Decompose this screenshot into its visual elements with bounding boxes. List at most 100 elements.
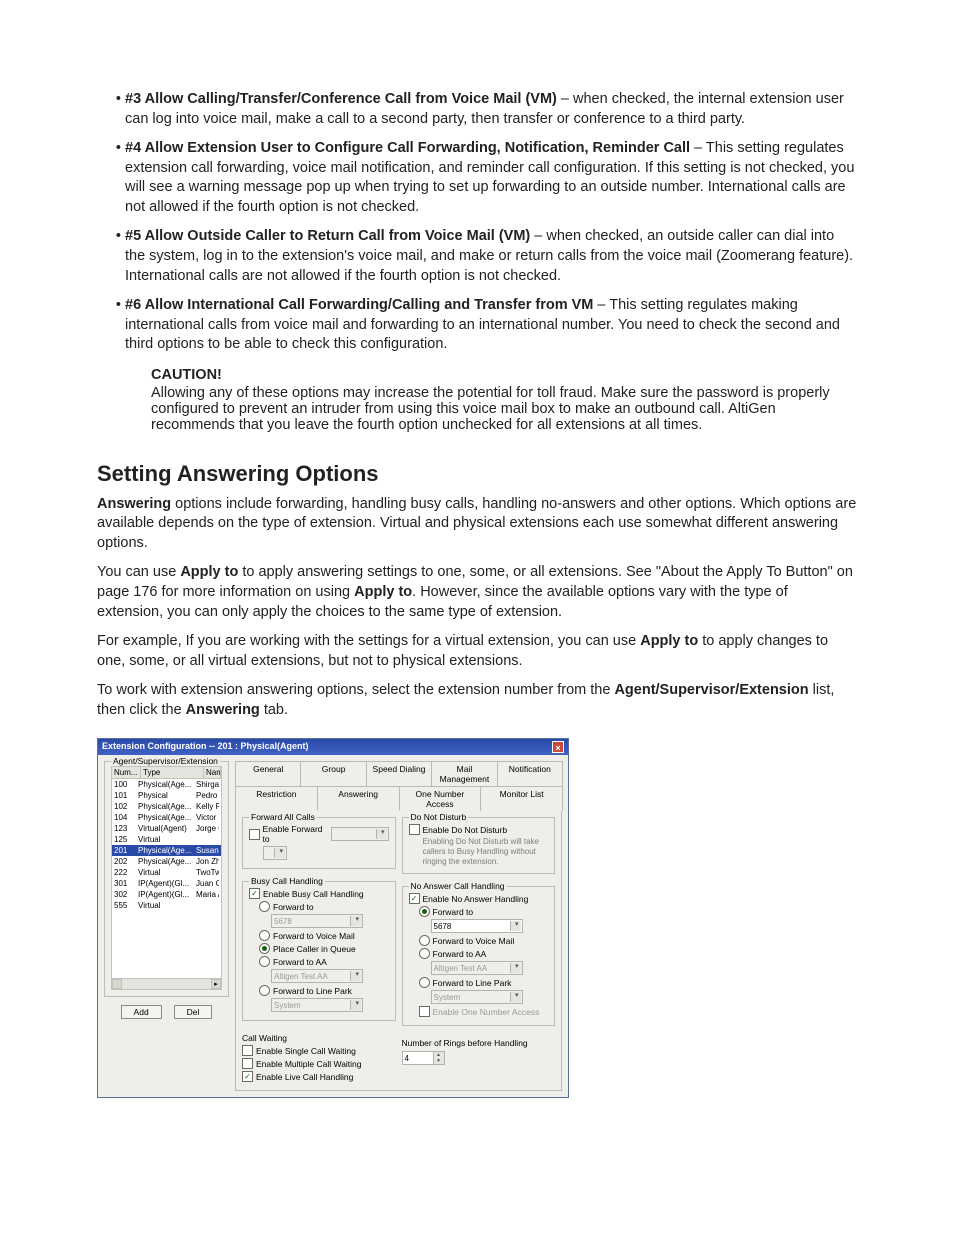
label-busy-line-park: Forward to Line Park: [273, 986, 352, 996]
group-no-answer-handling: No Answer Call Handling Enable No Answer…: [402, 886, 556, 1026]
radio-noans-forward-aa[interactable]: [419, 948, 430, 959]
group-label: No Answer Call Handling: [409, 881, 507, 891]
checkbox-single-call-waiting[interactable]: [242, 1045, 253, 1056]
table-row[interactable]: 222VirtualTwoTwo...: [112, 867, 221, 878]
group-agent-supervisor-extension: Agent/Supervisor/Extension Num... Type N…: [104, 761, 229, 997]
answering-bold: Answering: [97, 496, 171, 512]
apply-to-bold: Apply to: [354, 584, 412, 600]
combo-forward-target[interactable]: [331, 827, 388, 841]
checkbox-multiple-call-waiting[interactable]: [242, 1058, 253, 1069]
tab-one-number-access[interactable]: One Number Access: [399, 786, 482, 811]
combo-noans-forward-to[interactable]: 5678: [431, 919, 523, 933]
add-button[interactable]: Add: [121, 1005, 162, 1019]
table-row[interactable]: 123Virtual(Agent)Jorge Go...: [112, 823, 221, 834]
group-call-waiting: Call Waiting Enable Single Call Waiting …: [242, 1033, 396, 1084]
tab-mail-management[interactable]: Mail Management: [431, 761, 497, 786]
group-busy-call-handling: Busy Call Handling Enable Busy Call Hand…: [242, 881, 396, 1021]
radio-busy-forward-aa[interactable]: [259, 956, 270, 967]
label-enable-no-answer: Enable No Answer Handling: [423, 894, 529, 904]
col-num[interactable]: Num...: [112, 767, 141, 778]
col-type[interactable]: Type: [141, 767, 204, 778]
bullet-label: #6 Allow International Call Forwarding/C…: [125, 297, 593, 313]
label-enable-forward-to: Enable Forward to: [263, 824, 329, 844]
table-row[interactable]: 301IP(Agent)(Gl...Juan Oro...: [112, 878, 221, 889]
combo-noans-line-park[interactable]: System: [431, 990, 523, 1004]
checkbox-enable-busy[interactable]: [249, 888, 260, 899]
section-heading: Setting Answering Options: [97, 461, 857, 487]
table-row[interactable]: 104Physical(Age...Victor Shih: [112, 812, 221, 823]
table-row[interactable]: 302IP(Agent)(Gl...Maria Alv...: [112, 889, 221, 900]
col-name[interactable]: Name: [204, 767, 221, 778]
checkbox-enable-dnd[interactable]: [409, 824, 420, 835]
group-label: Agent/Supervisor/Extension: [111, 756, 220, 766]
extension-table[interactable]: Num... Type Name 100Physical(Age...Shirg…: [111, 766, 222, 990]
tab-answering[interactable]: Answering: [317, 786, 400, 811]
p3-seg: For example, If you are working with the…: [97, 633, 640, 649]
table-row[interactable]: 125Virtual: [112, 834, 221, 845]
p2-seg: You can use: [97, 564, 180, 580]
label-rings: Number of Rings before Handling: [402, 1038, 556, 1048]
tab-monitor-list[interactable]: Monitor List: [480, 786, 563, 811]
checkbox-enable-no-answer[interactable]: [409, 893, 420, 904]
group-do-not-disturb: Do Not Disturb Enable Do Not Disturb Ena…: [402, 817, 556, 874]
tab-notification[interactable]: Notification: [497, 761, 563, 786]
label-noans-forward-aa: Forward to AA: [433, 949, 487, 959]
tab-restriction[interactable]: Restriction: [235, 786, 318, 811]
group-label: Forward All Calls: [249, 812, 317, 822]
radio-busy-line-park[interactable]: [259, 985, 270, 996]
caution-text: Allowing any of these options may increa…: [151, 385, 830, 433]
scrollbar-horizontal[interactable]: [112, 978, 221, 989]
table-row[interactable]: 100Physical(Age...Shirgam...: [112, 779, 221, 790]
answering-tab-bold: Answering: [186, 702, 260, 718]
table-row[interactable]: 201Physical(Age...Susan E...: [112, 845, 221, 856]
combo-busy-line-park[interactable]: System: [271, 998, 363, 1012]
checkbox-live-call-handling[interactable]: [242, 1071, 253, 1082]
radio-noans-line-park[interactable]: [419, 977, 430, 988]
list-name-bold: Agent/Supervisor/Extension: [614, 682, 808, 698]
label-busy-forward-to: Forward to: [273, 902, 314, 912]
tab-speed-dialing[interactable]: Speed Dialing: [366, 761, 432, 786]
radio-noans-forward-to[interactable]: [419, 906, 430, 917]
spin-rings[interactable]: 4 ▲▼: [402, 1051, 445, 1065]
apply-to-bold: Apply to: [180, 564, 238, 580]
table-row[interactable]: 555Virtual: [112, 900, 221, 911]
label-live-call-handling: Enable Live Call Handling: [256, 1072, 353, 1082]
bullet-label: #5 Allow Outside Caller to Return Call f…: [125, 228, 530, 244]
bullet-label: #4 Allow Extension User to Configure Cal…: [125, 140, 690, 156]
combo-busy-aa[interactable]: Altigen Test AA: [271, 969, 363, 983]
group-label: Busy Call Handling: [249, 876, 325, 886]
label-busy-forward-aa: Forward to AA: [273, 957, 327, 967]
del-button[interactable]: Del: [174, 1005, 213, 1019]
combo-busy-forward-to[interactable]: 5678: [271, 914, 363, 928]
table-row[interactable]: 202Physical(Age...Jon Zhang: [112, 856, 221, 867]
note-dnd: Enabling Do Not Disturb will take caller…: [423, 837, 549, 867]
group-label: Do Not Disturb: [409, 812, 469, 822]
tab-general[interactable]: General: [235, 761, 301, 786]
checkbox-enable-forward-to[interactable]: [249, 829, 260, 840]
label-noans-line-park: Forward to Line Park: [433, 978, 512, 988]
dialog-extension-configuration: Extension Configuration -- 201 : Physica…: [97, 738, 569, 1098]
checkbox-enable-ona[interactable]: [419, 1006, 430, 1017]
radio-busy-queue[interactable]: [259, 943, 270, 954]
tab-group[interactable]: Group: [300, 761, 366, 786]
radio-noans-forward-vm[interactable]: [419, 935, 430, 946]
table-row[interactable]: 101PhysicalPedro Sa...: [112, 790, 221, 801]
radio-busy-forward-to[interactable]: [259, 901, 270, 912]
label-call-waiting: Call Waiting: [242, 1033, 396, 1043]
label-noans-forward-to: Forward to: [433, 907, 474, 917]
dialog-title: Extension Configuration -- 201 : Physica…: [102, 741, 552, 753]
combo-forward-sub[interactable]: [263, 846, 287, 860]
p4-seg: tab.: [260, 702, 288, 718]
label-busy-queue: Place Caller in Queue: [273, 944, 356, 954]
label-enable-ona: Enable One Number Access: [433, 1007, 540, 1017]
apply-to-bold: Apply to: [640, 633, 698, 649]
caution-label: CAUTION!: [151, 367, 857, 383]
label-busy-forward-vm: Forward to Voice Mail: [273, 931, 355, 941]
label-enable-dnd: Enable Do Not Disturb: [423, 825, 508, 835]
table-row[interactable]: 102Physical(Age...Kelly Pine: [112, 801, 221, 812]
close-icon[interactable]: ×: [552, 741, 564, 753]
combo-noans-aa[interactable]: Altigen Test AA: [431, 961, 523, 975]
radio-busy-forward-vm[interactable]: [259, 930, 270, 941]
label-enable-busy: Enable Busy Call Handling: [263, 889, 364, 899]
group-forward-all-calls: Forward All Calls Enable Forward to: [242, 817, 396, 869]
